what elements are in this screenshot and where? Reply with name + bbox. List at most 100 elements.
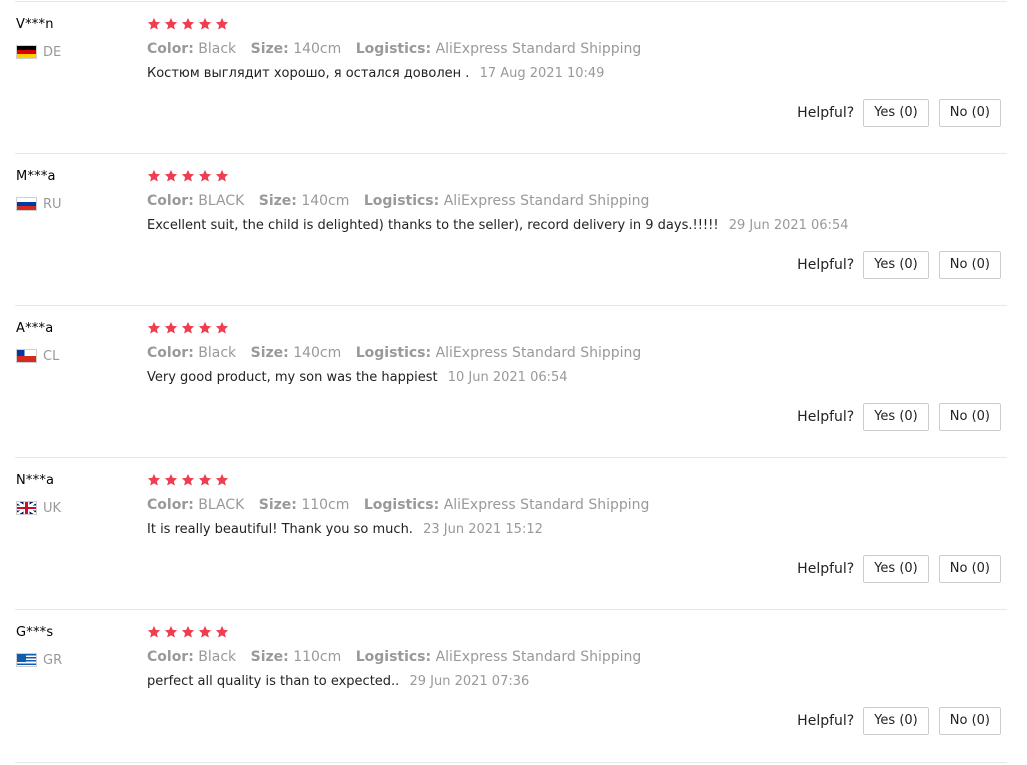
helpful-vote: Helpful? Yes (0) No (0) [797,707,1001,735]
flag-icon [16,197,37,211]
review-text: Very good product, my son was the happie… [147,370,438,385]
star-icon [198,321,212,334]
size-label: Size: [250,41,289,57]
star-icon [147,473,161,486]
helpful-no-button[interactable]: No (0) [938,403,1001,431]
star-icon [215,169,229,182]
star-icon [198,169,212,182]
star-icon [181,321,195,334]
helpful-no-button[interactable]: No (0) [938,555,1001,583]
size-value: 140cm [293,41,342,57]
size-value: 110cm [301,497,350,513]
flag-icon [16,349,37,363]
helpful-yes-button[interactable]: Yes (0) [863,251,929,279]
review-attributes: Color: BLACK Size: 110cm Logistics: AliE… [147,497,659,513]
star-icon [164,169,178,182]
logistics-label: Logistics: [355,41,432,57]
review-item: A***a CL Color: Black Size: 140cm Logist… [15,305,1007,458]
helpful-vote: Helpful? Yes (0) No (0) [797,251,1001,279]
star-icon [164,321,178,334]
review-text-line: It is really beautiful! Thank you so muc… [147,522,543,537]
color-label: Color: [147,649,194,665]
reviewer-country: RU [16,196,62,212]
review-item: G***s GR Color: Black Size: 110cm Logist… [15,609,1007,763]
star-icon [164,17,178,30]
logistics-label: Logistics: [363,497,440,513]
review-date: 10 Jun 2021 06:54 [447,370,568,385]
helpful-label: Helpful? [797,257,855,273]
reviewer-name: A***a [16,321,54,336]
color-label: Color: [147,497,194,513]
helpful-yes-button[interactable]: Yes (0) [863,403,929,431]
logistics-label: Logistics: [363,193,440,209]
star-icon [181,625,195,638]
color-label: Color: [147,193,194,209]
reviewer-name: N***a [16,473,55,488]
logistics-value: AliExpress Standard Shipping [443,193,650,209]
reviewer-country: DE [16,44,61,60]
size-label: Size: [258,193,297,209]
helpful-yes-button[interactable]: Yes (0) [863,555,929,583]
star-icon [215,473,229,486]
helpful-no-button[interactable]: No (0) [938,99,1001,127]
star-icon [147,321,161,334]
review-attributes: Color: Black Size: 140cm Logistics: AliE… [147,345,651,361]
star-icon [147,169,161,182]
star-icon [215,17,229,30]
helpful-vote: Helpful? Yes (0) No (0) [797,403,1001,431]
flag-icon [16,501,37,515]
logistics-value: AliExpress Standard Shipping [435,41,642,57]
helpful-label: Helpful? [797,409,855,425]
review-item: V***n DE Color: Black Size: 140cm Logist… [15,1,1007,154]
review-text: Excellent suit, the child is delighted) … [147,218,719,233]
star-icon [164,625,178,638]
helpful-no-button[interactable]: No (0) [938,707,1001,735]
review-attributes: Color: BLACK Size: 140cm Logistics: AliE… [147,193,659,209]
reviewer-country: CL [16,348,59,364]
country-code: CL [43,348,60,364]
helpful-label: Helpful? [797,561,855,577]
helpful-label: Helpful? [797,105,855,121]
reviewer-country: GR [16,652,62,668]
star-icon [198,473,212,486]
logistics-value: AliExpress Standard Shipping [443,497,650,513]
review-item: N***a UK Color: BLACK Size: 110cm Logist… [15,457,1007,610]
star-rating [147,17,229,31]
helpful-yes-button[interactable]: Yes (0) [863,707,929,735]
star-rating [147,625,229,639]
star-icon [198,17,212,30]
review-attributes: Color: Black Size: 110cm Logistics: AliE… [147,649,651,665]
review-list: V***n DE Color: Black Size: 140cm Logist… [0,0,1027,765]
star-icon [164,473,178,486]
helpful-label: Helpful? [797,713,855,729]
country-code: GR [43,652,63,668]
size-label: Size: [258,497,297,513]
star-icon [147,625,161,638]
review-date: 29 Jun 2021 06:54 [728,218,849,233]
star-rating [147,321,229,335]
color-value: BLACK [198,193,245,209]
size-label: Size: [250,345,289,361]
reviewer-name: V***n [16,17,54,32]
logistics-value: AliExpress Standard Shipping [435,345,642,361]
star-icon [215,321,229,334]
star-icon [198,625,212,638]
country-code: RU [43,196,62,212]
star-icon [147,17,161,30]
star-icon [181,17,195,30]
reviewer-name: M***a [16,169,56,184]
helpful-yes-button[interactable]: Yes (0) [863,99,929,127]
helpful-vote: Helpful? Yes (0) No (0) [797,99,1001,127]
flag-icon [16,653,37,667]
color-label: Color: [147,41,194,57]
star-icon [181,473,195,486]
color-value: Black [198,41,237,57]
reviewer-country: UK [16,500,61,516]
helpful-vote: Helpful? Yes (0) No (0) [797,555,1001,583]
logistics-value: AliExpress Standard Shipping [435,649,642,665]
size-label: Size: [250,649,289,665]
reviewer-name: G***s [16,625,54,640]
country-code: DE [43,44,62,60]
star-icon [181,169,195,182]
helpful-no-button[interactable]: No (0) [938,251,1001,279]
